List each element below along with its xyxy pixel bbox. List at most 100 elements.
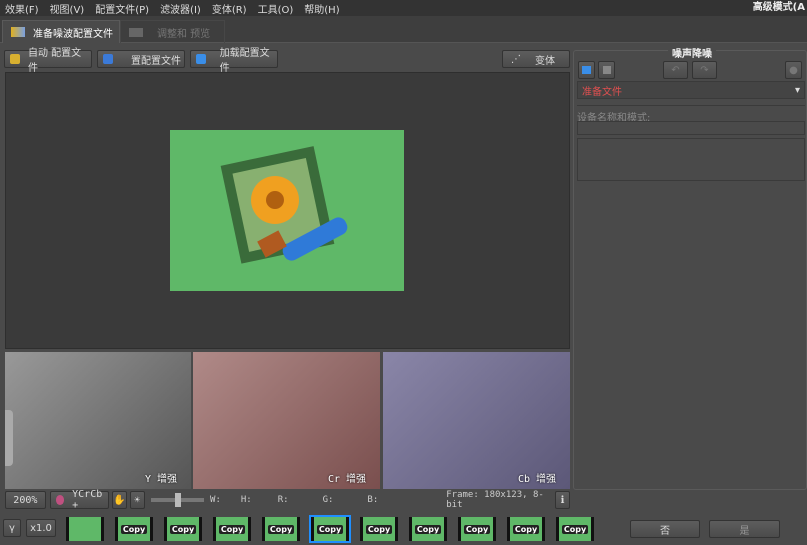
thumbnail-1[interactable] — [66, 517, 104, 541]
tab-prepare-profile[interactable]: 准备噪波配置文件 — [2, 20, 120, 43]
divider — [577, 105, 805, 106]
undo-icon: ↶ — [671, 64, 680, 76]
thumbnail-8[interactable]: Copy — [409, 517, 447, 541]
advanced-mode-button[interactable]: 高级模式(A — [753, 0, 807, 16]
brightness-button[interactable]: ☀ — [129, 491, 145, 509]
menu-effects[interactable]: 效果(F) — [5, 1, 39, 16]
profile-icon — [11, 27, 25, 37]
slider-thumb[interactable] — [174, 493, 181, 507]
menu-filter[interactable]: 滤波器(I) — [160, 1, 201, 16]
hand-icon: ✋ — [113, 494, 126, 506]
width-readout: W: — [210, 495, 221, 505]
thumbnail-label: Copy — [169, 524, 197, 534]
thumbnail-2[interactable]: Copy — [115, 517, 153, 541]
thumbnail-label: Copy — [365, 524, 393, 534]
sliders-icon — [129, 27, 143, 37]
thumbnail-3[interactable]: Copy — [164, 517, 202, 541]
menu-profile[interactable]: 配置文件(P) — [95, 1, 149, 16]
redo-icon: ↷ — [700, 64, 709, 76]
channel-label: Cb 增强 — [517, 474, 556, 485]
button-label: 否 — [660, 525, 670, 537]
folder-icon — [196, 54, 206, 64]
colorspace-dropdown[interactable]: YCrCb + — [49, 489, 109, 511]
blue-readout: B: — [367, 495, 379, 505]
thumbnail-label: Copy — [561, 524, 589, 534]
noise-reduction-panel: 噪声降噪 ↶ ↷ ● 准备文件 ▾ 设备名称和模式: — [573, 45, 807, 490]
menu-view[interactable]: 视图(V) — [50, 1, 85, 16]
tab-label: 准备噪波配置文件 — [33, 28, 113, 40]
thumbnail-7[interactable]: Copy — [360, 517, 398, 541]
channel-label: Cr 增强 — [327, 474, 366, 485]
thumbnail-label: Copy — [463, 524, 491, 534]
menu-help[interactable]: 帮助(H) — [304, 1, 339, 16]
gamma-label: γ — [9, 522, 15, 534]
thumbnail-6[interactable]: Copy — [309, 515, 351, 543]
profile-select-value: 准备文件 — [582, 86, 622, 98]
auto-profile-button[interactable]: 自动 配置文件 — [4, 48, 92, 74]
thumbnail-11[interactable]: Copy — [556, 517, 594, 541]
thumbnail-5[interactable]: Copy — [262, 517, 300, 541]
device-name-input[interactable] — [577, 121, 805, 135]
yes-button[interactable]: 是 — [709, 520, 780, 538]
tab-label: 调整和 预览 — [157, 28, 211, 40]
scale-value: x1.0 — [30, 522, 52, 534]
status-bar: 200% YCrCb + ✋ ☀ W: H: R: G: B: Frame: 1… — [5, 489, 570, 511]
side-panel-handle[interactable] — [5, 410, 13, 466]
hand-tool-button[interactable]: ✋ — [111, 491, 127, 509]
button-label: 加载配置文件 — [219, 48, 270, 74]
menu-variant[interactable]: 变体(R) — [212, 1, 247, 16]
button-label: 置配置文件 — [131, 55, 181, 67]
variant-icon: ⋰ — [511, 53, 521, 65]
menu-tools[interactable]: 工具(O) — [258, 1, 294, 16]
set-profile-button[interactable]: 置配置文件 — [97, 50, 185, 68]
info-button[interactable]: ℹ — [555, 491, 570, 509]
thumbnail-9[interactable]: Copy — [458, 517, 496, 541]
height-readout: H: — [240, 495, 252, 505]
thumbnail-label: Copy — [512, 524, 540, 534]
flower-filmstrip-brush-icon — [220, 146, 348, 264]
open-button[interactable] — [578, 61, 595, 79]
redo-button[interactable]: ↷ — [692, 61, 717, 79]
panel-title: 噪声降噪 — [668, 45, 716, 60]
folder-icon — [582, 66, 591, 74]
cr-channel-preview: Cr 增强 — [193, 352, 380, 489]
scale-dropdown[interactable]: x1.0 — [26, 519, 56, 537]
gamma-dropdown[interactable]: γ — [3, 519, 21, 537]
button-label: 变体 — [535, 55, 555, 67]
thumbnail-label: Copy — [120, 524, 148, 534]
zoom-dropdown[interactable]: 200% — [5, 491, 46, 509]
preview-image — [170, 130, 404, 291]
thumbnail-label: Copy — [218, 524, 246, 534]
sun-icon: ☀ — [134, 494, 141, 506]
profile-select[interactable]: 准备文件 ▾ — [577, 81, 805, 99]
reset-button[interactable]: ● — [785, 61, 802, 79]
reset-icon: ● — [789, 64, 798, 76]
frame-info: Frame: 180x123, 8-bit — [446, 490, 544, 510]
undo-button[interactable]: ↶ — [663, 61, 688, 79]
no-button[interactable]: 否 — [630, 520, 700, 538]
graph-icon — [103, 54, 113, 64]
thumbnail-4[interactable]: Copy — [213, 517, 251, 541]
save-button[interactable] — [598, 61, 615, 79]
device-description-area[interactable] — [577, 138, 805, 181]
cb-channel-preview: Cb 增强 — [383, 352, 570, 489]
colorspace-value: YCrCb + — [72, 489, 103, 511]
menu-bar: 效果(F) 视图(V) 配置文件(P) 滤波器(I) 变体(R) 工具(O) 帮… — [0, 0, 807, 16]
thumbnail-label: Copy — [414, 524, 442, 534]
thumbnail-10[interactable]: Copy — [507, 517, 545, 541]
green-readout: G: — [322, 495, 334, 505]
disk-icon — [602, 66, 611, 74]
red-readout: R: — [277, 495, 289, 505]
load-profile-button[interactable]: 加载配置文件 — [190, 48, 278, 74]
brightness-slider[interactable] — [150, 493, 205, 507]
colorspace-icon — [55, 495, 65, 505]
zoom-value: 200% — [13, 494, 38, 506]
chevron-down-icon: ▾ — [794, 84, 800, 96]
tab-bar: 准备噪波配置文件 调整和 预览 — [0, 16, 807, 43]
y-channel-preview: Y 增强 — [5, 352, 191, 489]
channel-label: Y 增强 — [144, 474, 177, 485]
tab-adjust-preview[interactable]: 调整和 预览 — [120, 20, 225, 43]
variant-button[interactable]: ⋰ 变体 — [502, 50, 570, 68]
button-label: 自动 配置文件 — [27, 48, 82, 74]
button-label: 是 — [739, 525, 750, 537]
